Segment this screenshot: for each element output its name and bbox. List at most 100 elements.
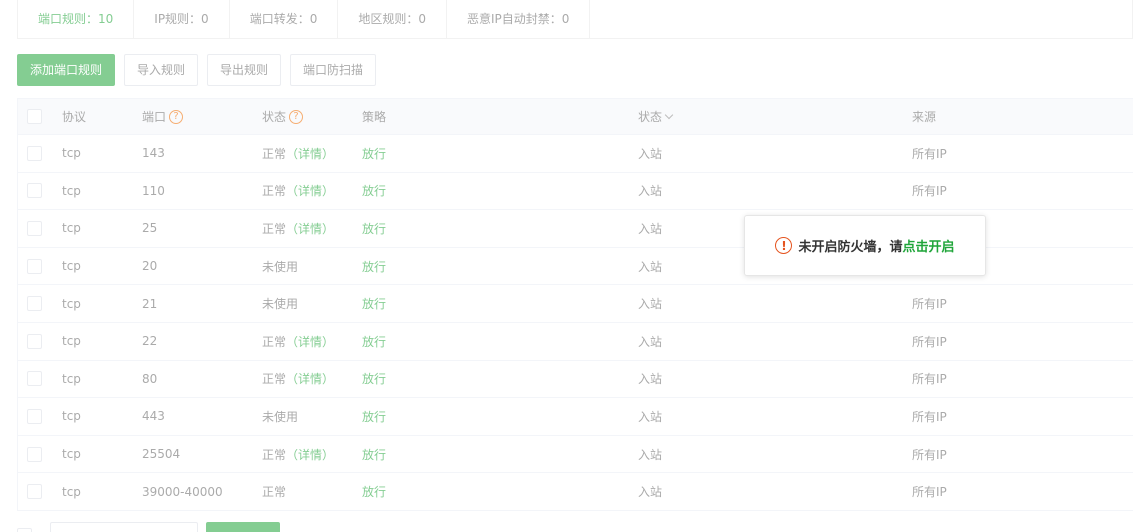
row-source: 所有IP [912,146,947,161]
row-checkbox[interactable] [27,145,42,161]
row-policy[interactable]: 放行 [362,473,386,510]
row-status: 正常 （详情） [262,436,334,473]
port-rules-table: 协议 端口 ? 状态 ? 策略 状态 来源 tcp 143 正常 （详情） 放行… [17,98,1133,511]
row-direction: 入站 [638,372,663,387]
row-detail-link[interactable]: （详情） [286,220,334,237]
row-policy[interactable]: 放行 [362,135,386,172]
table-row: tcp 143 正常 （详情） 放行 入站 所有IP [18,135,1133,173]
table-row: tcp 39000-40000 正常 放行 入站 所有IP [18,473,1133,511]
import-rules-button[interactable]: 导入规则 [124,54,199,86]
table-header: 协议 端口 ? 状态 ? 策略 状态 来源 [18,99,1133,135]
toolbar: 添加端口规则 导入规则 导出规则 端口防扫描 [17,54,377,86]
row-source: 所有IP [912,447,947,462]
row-detail-link[interactable]: （详情） [286,333,334,350]
row-port: 25 [142,221,158,236]
row-port: 39000-40000 [142,484,223,499]
row-checkbox[interactable] [27,220,42,236]
row-detail-link[interactable]: （详情） [286,370,334,387]
question-icon[interactable]: ? [289,109,304,124]
row-checkbox[interactable] [27,408,42,424]
tab-port-forward[interactable]: 端口转发：0 [230,0,339,38]
row-checkbox[interactable] [27,296,42,312]
row-protocol: tcp [62,334,81,349]
question-icon[interactable]: ? [169,109,184,124]
row-detail-link[interactable]: （详情） [286,145,334,162]
row-policy[interactable]: 放行 [362,323,386,360]
tab-malicious-ip[interactable]: 恶意IP自动封禁：0 [447,0,591,38]
row-policy[interactable]: 放行 [362,173,386,210]
table-row: tcp 443 未使用 放行 入站 所有IP [18,398,1133,436]
row-protocol: tcp [62,259,81,274]
row-checkbox[interactable] [27,333,42,349]
row-policy[interactable]: 放行 [362,285,386,322]
chevron-down-icon[interactable] [664,110,674,119]
row-status: 未使用 [262,285,298,322]
header-direction[interactable]: 状态 [638,99,674,134]
row-status-label: 正常 [262,334,287,349]
pagination-bar [17,522,280,532]
rule-tabs: 端口规则：10 IP规则：0 端口转发：0 地区规则：0 恶意IP自动封禁：0 [17,0,1133,39]
table-row: tcp 22 正常 （详情） 放行 入站 所有IP [18,323,1133,361]
port-anti-scan-button[interactable]: 端口防扫描 [290,54,377,86]
header-source: 来源 [912,110,937,124]
header-status: 状态 ? [262,99,304,134]
export-rules-button[interactable]: 导出规则 [207,54,282,86]
row-source: 所有IP [912,334,947,349]
row-port: 143 [142,146,165,161]
table-row: tcp 21 未使用 放行 入站 所有IP [18,285,1133,323]
firewall-disabled-notice: ! 未开启防火墙，请 点击开启 [744,215,986,276]
row-checkbox[interactable] [27,371,42,387]
row-status: 正常 （详情） [262,323,334,360]
header-protocol: 协议 [62,110,87,124]
row-direction: 入站 [638,259,663,274]
enable-firewall-link[interactable]: 点击开启 [903,236,955,255]
row-status: 未使用 [262,398,298,435]
row-detail-link[interactable]: （详情） [286,182,334,199]
tab-ip-rules[interactable]: IP规则：0 [134,0,230,38]
row-port: 21 [142,296,158,311]
row-status: 正常 （详情） [262,361,334,398]
row-status-label: 正常 [262,146,287,161]
row-status-label: 未使用 [262,259,299,274]
row-status-label: 正常 [262,447,287,462]
row-status: 正常 [262,473,286,510]
select-all-checkbox[interactable] [27,109,42,124]
row-checkbox[interactable] [27,446,42,462]
row-status: 未使用 [262,248,298,285]
batch-action-select[interactable] [50,522,198,532]
footer-select-checkbox[interactable] [17,528,32,532]
row-policy[interactable]: 放行 [362,361,386,398]
row-port: 80 [142,371,158,386]
row-port: 443 [142,409,165,424]
row-policy[interactable]: 放行 [362,248,386,285]
row-protocol: tcp [62,146,81,161]
row-status-label: 正常 [262,372,287,387]
tab-region-rules[interactable]: 地区规则：0 [338,0,447,38]
row-checkbox[interactable] [27,258,42,274]
row-source: 所有IP [912,485,947,500]
row-protocol: tcp [62,221,81,236]
row-policy[interactable]: 放行 [362,398,386,435]
row-detail-link[interactable]: （详情） [286,446,334,463]
row-status-label: 正常 [262,221,287,236]
row-port: 25504 [142,447,181,462]
tab-port-rules[interactable]: 端口规则：10 [18,0,135,38]
row-policy[interactable]: 放行 [362,210,386,247]
row-source: 所有IP [912,184,947,199]
row-checkbox[interactable] [27,484,42,500]
row-checkbox[interactable] [27,183,42,199]
table-body: tcp 143 正常 （详情） 放行 入站 所有IP tcp 110 正常 （详… [18,135,1133,511]
row-source: 所有IP [912,372,947,387]
header-port-label: 端口 [142,110,167,124]
batch-action-button[interactable] [206,522,280,532]
row-port: 110 [142,183,165,198]
header-policy: 策略 [362,110,387,124]
row-status: 正常 （详情） [262,173,334,210]
row-protocol: tcp [62,296,81,311]
row-policy[interactable]: 放行 [362,436,386,473]
header-status-label: 状态 [262,110,287,124]
row-direction: 入站 [638,184,663,199]
add-port-rule-button[interactable]: 添加端口规则 [17,54,116,86]
row-protocol: tcp [62,183,81,198]
row-protocol: tcp [62,484,81,499]
